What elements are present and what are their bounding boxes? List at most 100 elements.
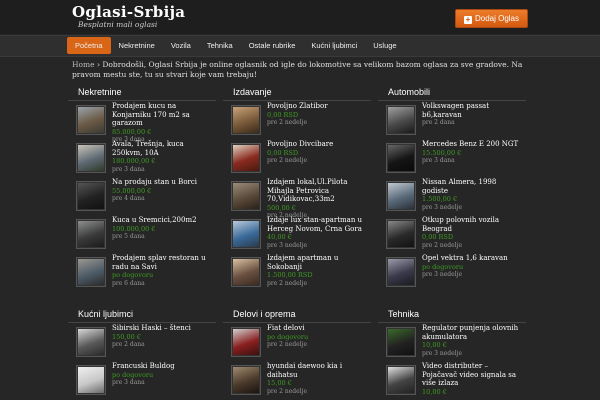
listing-item[interactable]: Prodajem kucu na Konjarniku 170 m2 sa ga… (68, 101, 216, 143)
listing-item[interactable]: Video distributer – Pojačavač video sign… (378, 361, 526, 399)
listing-title[interactable]: Povoljno Zlatibor (267, 102, 369, 111)
listing-age: pre 2 nedelje (267, 387, 308, 395)
listing-title[interactable]: Francuski Buldog (112, 362, 214, 371)
listing-item[interactable]: Mercedes Benz E 200 NGT 15.500,00 € pre 3 … (378, 139, 526, 177)
listing-thumbnail[interactable] (76, 143, 106, 173)
listing-item[interactable]: hyundai daewoo kia i daihatsu 15,00 € pre … (223, 361, 371, 399)
listing-text: Fiat delovi po dogovoru pre 2 nedelje (267, 324, 369, 350)
listing-item[interactable]: Izdajem lokal,Ul.Pilota Mihajla Petrovic… (223, 177, 371, 219)
listing-title[interactable]: Mercedes Benz E 200 NGT (422, 140, 524, 149)
photo-thumbnail (78, 259, 104, 285)
photo-thumbnail (388, 259, 414, 285)
nav-item-0[interactable]: Početna (67, 37, 111, 54)
listing-price: 180.000,00 € (112, 157, 156, 165)
listing-age: pre 3 nedelje (422, 203, 463, 211)
listing-title[interactable]: Prodajem splav restoran u radu na Savi (112, 254, 214, 271)
listing-item[interactable]: Otkup polovnih vozila Beograd 0,00 RSD pre… (378, 215, 526, 253)
listing-title[interactable]: Povoljno Divcibare (267, 140, 369, 149)
listing-item[interactable]: Povoljno Divcibare 0,00 RSD pre 2 nedelje (223, 139, 371, 177)
listing-price: 15.500,00 € (422, 148, 462, 157)
listing-thumbnail[interactable] (231, 143, 261, 173)
listing-thumbnail[interactable] (76, 181, 106, 211)
listing-title[interactable]: Prodajem kucu na Konjarniku 170 m2 sa ga… (112, 102, 214, 128)
listing-item[interactable]: Izdajem apartman u Sokobanji 1.500,00 RSD… (223, 253, 371, 291)
listing-thumbnail[interactable] (231, 105, 261, 135)
listing-item[interactable]: Regulator punjenja olovnih akumulatora 10… (378, 323, 526, 361)
listing-item[interactable]: Izdaje lux stan-apartman u Herceg Novom,… (223, 215, 371, 253)
listing-item[interactable]: Opel vektra 1,6 karavan po dogovoru pre 3 … (378, 253, 526, 291)
listing-age: pre 3 nedelje (422, 271, 463, 278)
listing-title[interactable]: Avala, Trešnja, kuca 250kvm, 10A (112, 140, 214, 157)
listing-thumbnail[interactable] (76, 327, 106, 357)
listing-title[interactable]: Volkswagen passat b6,karavan (422, 102, 524, 119)
nav-item-5[interactable]: Kućni ljubimci (303, 37, 365, 54)
listing-title[interactable]: Izdajem lokal,Ul.Pilota Mihajla Petrovic… (267, 178, 369, 204)
listing-price: po dogovoru (267, 332, 309, 341)
site-logo[interactable]: Oglasi-Srbija Besplatni mali oglasi (72, 3, 185, 29)
listing-title[interactable]: Regulator punjenja olovnih akumulatora (422, 324, 524, 341)
nav-item-1[interactable]: Nekretnine (111, 37, 163, 54)
listing-thumbnail[interactable] (386, 219, 416, 249)
section-title[interactable]: Automobili (378, 86, 526, 101)
listing-thumbnail[interactable] (231, 219, 261, 249)
listing-title[interactable]: Fiat delovi (267, 324, 369, 333)
listing-title[interactable]: Izdaje lux stan-apartman u Herceg Novom,… (267, 216, 369, 233)
listing-price: po dogovoru (422, 262, 464, 271)
listing-thumbnail[interactable] (386, 105, 416, 135)
listing-price: po dogovoru (112, 370, 154, 379)
listing-age: pre 2 nedelje (267, 157, 308, 164)
listing-thumbnail[interactable] (76, 105, 106, 135)
listing-thumbnail[interactable] (231, 327, 261, 357)
listing-item[interactable]: Francuski Buldog po dogovoru pre 3 dana (68, 361, 216, 399)
listing-text: Izdajem apartman u Sokobanji 1.500,00 RSD… (267, 254, 369, 288)
listing-item[interactable]: Volkswagen passat b6,karavan pre 2 dana (378, 101, 526, 139)
listing-thumbnail[interactable] (231, 257, 261, 287)
section-0: Nekretnine Prodajem kucu na Konjarniku 17… (68, 86, 216, 291)
listing-item[interactable]: Na prodaju stan u Borci 55.000,00 € pre 4 … (68, 177, 216, 215)
listing-title[interactable]: Izdajem apartman u Sokobanji (267, 254, 369, 271)
section-1: Izdavanje Povoljno Zlatibor 0,00 RSD pre 2 … (223, 86, 371, 291)
listing-thumbnail[interactable] (386, 181, 416, 211)
listing-text: Regulator punjenja olovnih akumulatora 10… (422, 324, 524, 358)
listing-thumbnail[interactable] (76, 365, 106, 395)
section-title[interactable]: Tehnika (378, 308, 526, 323)
section-title[interactable]: Nekretnine (68, 86, 216, 101)
listing-thumbnail[interactable] (386, 365, 416, 395)
listing-item[interactable]: Avala, Trešnja, kuca 250kvm, 10A 180.000,… (68, 139, 216, 177)
listing-title[interactable]: Kuca u Sremcici,200m2 (112, 216, 214, 225)
listing-thumbnail[interactable] (386, 257, 416, 287)
listing-item[interactable]: Kuca u Sremcici,200m2 100.000,00 € pre 5 d… (68, 215, 216, 253)
listing-item[interactable]: Prodajem splav restoran u radu na Savi po… (68, 253, 216, 291)
listing-thumbnail[interactable] (386, 327, 416, 357)
listing-title[interactable]: Opel vektra 1,6 karavan (422, 254, 524, 263)
listing-item[interactable]: Sibirski Haski – štenci 150,00 € pre 2 dan… (68, 323, 216, 361)
listing-age: pre 2 dana (112, 341, 145, 348)
section-title[interactable]: Izdavanje (223, 86, 371, 101)
listing-thumbnail[interactable] (76, 257, 106, 287)
nav-item-4[interactable]: Ostale rubrike (241, 37, 304, 54)
listing-title[interactable]: Nissan Almera, 1998 godiste (422, 178, 524, 195)
listing-thumbnail[interactable] (231, 365, 261, 395)
listing-thumbnail[interactable] (231, 181, 261, 211)
nav-item-6[interactable]: Usluge (365, 37, 404, 54)
listing-title[interactable]: Na prodaju stan u Borci (112, 178, 214, 187)
listing-price: po dogovoru (112, 271, 154, 279)
listing-title[interactable]: Video distributer – Pojačavač video sign… (422, 362, 524, 388)
nav-item-2[interactable]: Vozila (163, 37, 199, 54)
section-title[interactable]: Delovi i oprema (223, 308, 371, 323)
listing-thumbnail[interactable] (76, 219, 106, 249)
add-listing-button[interactable]: + Dodaj Oglas (454, 9, 528, 28)
photo-thumbnail (78, 367, 104, 393)
section-title[interactable]: Kućni ljubimci (68, 308, 216, 323)
listing-item[interactable]: Nissan Almera, 1998 godiste 1.500,00 € pre… (378, 177, 526, 215)
listing-title[interactable]: Otkup polovnih vozila Beograd (422, 216, 524, 233)
listing-item[interactable]: Fiat delovi po dogovoru pre 2 nedelje (223, 323, 371, 361)
listing-text: Povoljno Zlatibor 0,00 RSD pre 2 nedelje (267, 102, 369, 128)
section-2: Automobili Volkswagen passat b6,karavan pr… (378, 86, 526, 291)
nav-item-3[interactable]: Tehnika (199, 37, 241, 54)
listing-title[interactable]: hyundai daewoo kia i daihatsu (267, 362, 369, 379)
breadcrumb-home[interactable]: Home (72, 60, 95, 69)
listing-item[interactable]: Povoljno Zlatibor 0,00 RSD pre 2 nedelje (223, 101, 371, 139)
listing-title[interactable]: Sibirski Haski – štenci (112, 324, 214, 333)
listing-thumbnail[interactable] (386, 143, 416, 173)
